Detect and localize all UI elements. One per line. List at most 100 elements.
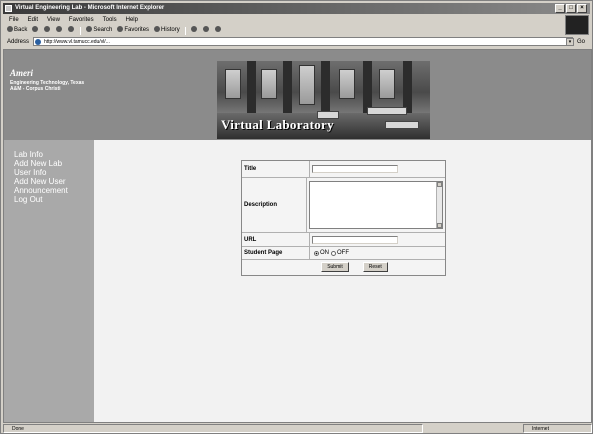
banner-window (225, 69, 241, 99)
toolbar-divider (80, 26, 82, 35)
banner-pillar (283, 61, 292, 113)
description-label: Description (242, 178, 307, 232)
print-icon (202, 26, 209, 33)
refresh-icon (56, 26, 63, 33)
browser-window: Virtual Engineering Lab - Microsoft Inte… (0, 0, 593, 434)
favorites-icon (117, 26, 124, 33)
scroll-up-icon[interactable] (437, 182, 442, 187)
banner-window (379, 69, 395, 99)
nav-user-info[interactable]: User Info (14, 168, 68, 177)
minimize-button[interactable]: _ (555, 4, 565, 13)
menu-bar: File Edit View Favorites Tools Help (3, 15, 563, 25)
back-arrow-icon (7, 26, 13, 33)
menu-edit[interactable]: Edit (28, 15, 38, 25)
banner-pillar (247, 61, 256, 113)
history-button[interactable]: History (154, 25, 180, 36)
student-page-label: Student Page (242, 247, 310, 259)
status-text: Done (3, 424, 423, 433)
lab-form: Title Description URL Student Page ON OF… (241, 160, 446, 276)
menu-help[interactable]: Help (126, 15, 138, 25)
address-dropdown-button[interactable]: ▾ (566, 38, 574, 46)
banner-window (261, 69, 277, 99)
page-header: Ameri Engineering Technology, Texas A&M … (4, 50, 591, 140)
title-label: Title (242, 161, 310, 177)
submit-button[interactable]: Submit (321, 262, 349, 272)
window-controls: _ □ × (555, 4, 587, 13)
form-row-title: Title (242, 161, 445, 178)
address-url: http://www.vl.tamucc.edu/vl/... (44, 39, 110, 45)
student-page-on-radio[interactable] (314, 250, 319, 256)
form-row-description: Description (242, 178, 445, 233)
refresh-button[interactable] (56, 25, 63, 36)
status-bar: Done Internet (3, 424, 592, 433)
description-textarea[interactable] (309, 181, 443, 229)
back-button[interactable]: Back (7, 25, 27, 36)
close-button[interactable]: × (577, 4, 587, 13)
banner-pillar (403, 61, 412, 113)
nav-log-out[interactable]: Log Out (14, 195, 68, 204)
window-title: Virtual Engineering Lab - Microsoft Inte… (15, 5, 165, 11)
scroll-down-icon[interactable] (437, 223, 442, 228)
search-button[interactable]: Search (86, 25, 112, 36)
title-input[interactable] (312, 165, 398, 173)
nav-lab-info[interactable]: Lab Info (14, 150, 68, 159)
home-icon (68, 26, 75, 33)
banner-image: Virtual Laboratory (217, 61, 430, 139)
banner-bench (385, 121, 419, 129)
windows-logo-icon (565, 15, 589, 35)
form-row-url: URL (242, 233, 445, 247)
org-logo: Ameri (10, 68, 34, 78)
banner-title: Virtual Laboratory (221, 117, 334, 132)
url-input[interactable] (312, 235, 398, 244)
nav-add-new-user[interactable]: Add New User (14, 177, 68, 186)
banner-pillar (321, 61, 330, 113)
url-label: URL (242, 233, 310, 246)
toolbar: Back Search Favorites History (3, 25, 563, 36)
banner-window (299, 65, 315, 105)
print-button[interactable] (202, 25, 210, 36)
forward-arrow-icon (32, 26, 39, 33)
radio-on-label: ON (320, 250, 329, 256)
student-page-off-radio[interactable] (331, 250, 336, 256)
menu-tools[interactable]: Tools (103, 15, 117, 25)
page-viewport: Ameri Engineering Technology, Texas A&M … (3, 49, 592, 423)
maximize-button[interactable]: □ (566, 4, 576, 13)
favorites-button[interactable]: Favorites (117, 25, 149, 36)
edit-icon (214, 26, 221, 33)
banner-bench (367, 107, 407, 115)
address-input[interactable]: http://www.vl.tamucc.edu/vl/... (33, 37, 573, 46)
menu-favorites[interactable]: Favorites (69, 15, 94, 25)
menu-view[interactable]: View (47, 15, 60, 25)
status-zone: Internet (523, 424, 592, 433)
form-buttons: Submit Reset (242, 260, 445, 275)
search-icon (86, 26, 93, 33)
nav-add-new-lab[interactable]: Add New Lab (14, 159, 68, 168)
title-bar: Virtual Engineering Lab - Microsoft Inte… (3, 3, 590, 14)
toolbar-divider (184, 26, 186, 35)
address-label: Address (7, 39, 30, 45)
page-icon (35, 39, 41, 45)
mail-icon (190, 26, 197, 33)
address-bar: Address http://www.vl.tamucc.edu/vl/... … (3, 37, 592, 47)
mail-button[interactable] (190, 25, 198, 36)
nav-announcement[interactable]: Announcement (14, 186, 68, 195)
home-button[interactable] (68, 25, 75, 36)
org-branding: Ameri Engineering Technology, Texas A&M … (10, 68, 90, 92)
edit-button[interactable] (214, 25, 222, 36)
banner-window (339, 69, 355, 99)
reset-button[interactable]: Reset (362, 262, 388, 272)
radio-off-label: OFF (337, 250, 349, 256)
ie-icon (5, 5, 12, 12)
stop-icon (44, 26, 51, 33)
textarea-scrollbar[interactable] (436, 182, 442, 228)
history-icon (154, 26, 161, 33)
banner-pillar (363, 61, 372, 113)
sidebar-nav: Lab Info Add New Lab User Info Add New U… (14, 150, 68, 204)
org-text: Engineering Technology, Texas A&M - Corp… (10, 80, 85, 92)
menu-file[interactable]: File (9, 15, 19, 25)
sidebar: Lab Info Add New Lab User Info Add New U… (4, 140, 94, 422)
go-button[interactable]: Go (577, 37, 585, 47)
stop-button[interactable] (44, 25, 51, 36)
forward-button[interactable] (32, 25, 39, 36)
form-row-student-page: Student Page ON OFF (242, 247, 445, 260)
